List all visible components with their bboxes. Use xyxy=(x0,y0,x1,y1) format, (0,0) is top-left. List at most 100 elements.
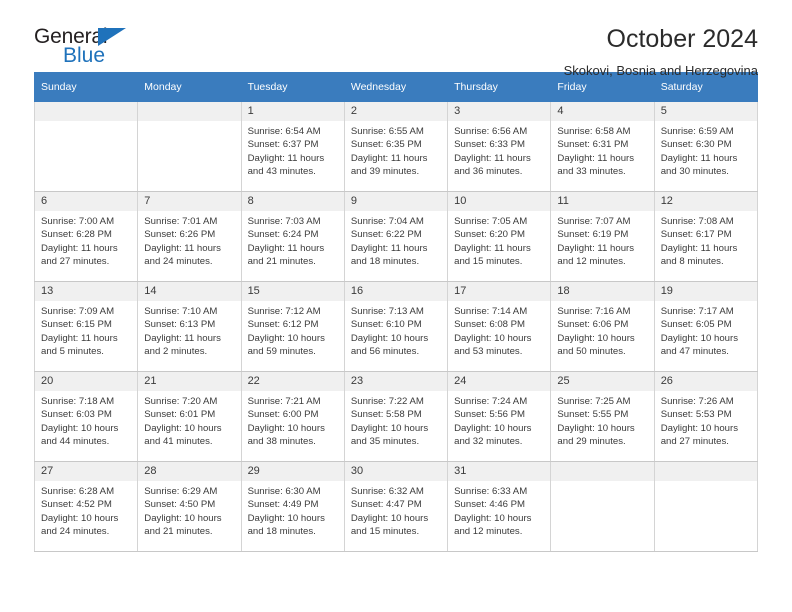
day-cell[interactable]: 11 Sunrise: 7:07 AM Sunset: 6:19 PM Dayl… xyxy=(550,191,655,282)
day-cell[interactable]: 28 Sunrise: 6:29 AM Sunset: 4:50 PM Dayl… xyxy=(137,461,242,552)
sunset-text: Sunset: 6:28 PM xyxy=(41,229,112,241)
day-number: 29 xyxy=(241,462,344,481)
daylight-text: Daylight: 10 hours and 50 minutes. xyxy=(557,332,635,357)
sunrise-text: Sunrise: 7:05 AM xyxy=(454,216,528,227)
sunset-text: Sunset: 6:22 PM xyxy=(350,229,422,241)
day-cell[interactable]: 18 Sunrise: 7:16 AM Sunset: 6:06 PM Dayl… xyxy=(550,281,655,372)
generalblue-logo[interactable]: General Blue xyxy=(34,26,142,74)
day-cell[interactable]: 8 Sunrise: 7:03 AM Sunset: 6:24 PM Dayli… xyxy=(240,191,345,282)
day-number: 14 xyxy=(138,282,241,301)
day-cell[interactable]: 23 Sunrise: 7:22 AM Sunset: 5:58 PM Dayl… xyxy=(343,371,449,462)
day-cell-empty xyxy=(550,461,655,552)
sunrise-text: Sunrise: 7:03 AM xyxy=(247,216,321,227)
day-number: 2 xyxy=(344,102,448,121)
day-cell[interactable]: 30 Sunrise: 6:32 AM Sunset: 4:47 PM Dayl… xyxy=(343,461,449,552)
day-cell[interactable]: 27 Sunrise: 6:28 AM Sunset: 4:52 PM Dayl… xyxy=(33,461,139,552)
daylight-text: Daylight: 11 hours and 21 minutes. xyxy=(247,242,325,267)
sunrise-text: Sunrise: 7:14 AM xyxy=(454,306,528,317)
sunset-text: Sunset: 6:05 PM xyxy=(660,319,732,331)
daylight-text: Daylight: 10 hours and 29 minutes. xyxy=(557,422,635,447)
sunset-text: Sunset: 6:31 PM xyxy=(557,139,629,151)
day-cell[interactable]: 15 Sunrise: 7:12 AM Sunset: 6:12 PM Dayl… xyxy=(240,281,345,372)
day-cell[interactable]: 14 Sunrise: 7:10 AM Sunset: 6:13 PM Dayl… xyxy=(137,281,242,372)
day-cell[interactable]: 17 Sunrise: 7:14 AM Sunset: 6:08 PM Dayl… xyxy=(447,281,552,372)
day-cell[interactable]: 24 Sunrise: 7:24 AM Sunset: 5:56 PM Dayl… xyxy=(447,371,552,462)
day-number: 8 xyxy=(241,192,344,211)
day-details: Sunrise: 7:22 AM Sunset: 5:58 PM Dayligh… xyxy=(345,391,447,448)
week-row: 20 Sunrise: 7:18 AM Sunset: 6:03 PM Dayl… xyxy=(33,371,759,462)
sunrise-text: Sunrise: 6:28 AM xyxy=(41,486,115,497)
day-details: Sunrise: 7:00 AM Sunset: 6:28 PM Dayligh… xyxy=(35,211,137,268)
day-details: Sunrise: 7:09 AM Sunset: 6:15 PM Dayligh… xyxy=(35,301,137,358)
daylight-text: Daylight: 11 hours and 33 minutes. xyxy=(557,152,635,177)
sunrise-text: Sunrise: 6:59 AM xyxy=(660,126,734,137)
sunrise-text: Sunrise: 7:00 AM xyxy=(41,216,115,227)
day-cell[interactable]: 5 Sunrise: 6:59 AM Sunset: 6:30 PM Dayli… xyxy=(653,101,759,192)
page-header: General Blue October 2024 Skokovi, Bosni… xyxy=(34,0,758,77)
day-number: 18 xyxy=(551,282,654,301)
week-row: 1 Sunrise: 6:54 AM Sunset: 6:37 PM Dayli… xyxy=(33,101,759,192)
day-number: 11 xyxy=(551,192,654,211)
sunrise-text: Sunrise: 6:54 AM xyxy=(247,126,321,137)
day-cell[interactable]: 12 Sunrise: 7:08 AM Sunset: 6:17 PM Dayl… xyxy=(653,191,759,282)
calendar-body: 1 Sunrise: 6:54 AM Sunset: 6:37 PM Dayli… xyxy=(33,101,759,552)
day-cell[interactable]: 16 Sunrise: 7:13 AM Sunset: 6:10 PM Dayl… xyxy=(343,281,449,372)
day-number: 27 xyxy=(35,462,138,481)
day-number: 1 xyxy=(241,102,344,121)
day-cell[interactable]: 7 Sunrise: 7:01 AM Sunset: 6:26 PM Dayli… xyxy=(137,191,242,282)
daylight-text: Daylight: 11 hours and 43 minutes. xyxy=(247,152,325,177)
day-cell[interactable]: 20 Sunrise: 7:18 AM Sunset: 6:03 PM Dayl… xyxy=(33,371,139,462)
calendar-page: General Blue October 2024 Skokovi, Bosni… xyxy=(0,0,792,612)
day-details: Sunrise: 6:30 AM Sunset: 4:49 PM Dayligh… xyxy=(242,481,344,538)
sunrise-text: Sunrise: 7:09 AM xyxy=(41,306,115,317)
sunrise-text: Sunrise: 7:16 AM xyxy=(557,306,631,317)
day-number: 15 xyxy=(241,282,344,301)
day-details: Sunrise: 7:25 AM Sunset: 5:55 PM Dayligh… xyxy=(551,391,653,448)
day-cell[interactable]: 6 Sunrise: 7:00 AM Sunset: 6:28 PM Dayli… xyxy=(33,191,139,282)
day-cell[interactable]: 2 Sunrise: 6:55 AM Sunset: 6:35 PM Dayli… xyxy=(343,101,449,192)
day-number xyxy=(35,102,138,121)
day-details: Sunrise: 7:04 AM Sunset: 6:22 PM Dayligh… xyxy=(345,211,447,268)
sunset-text: Sunset: 5:55 PM xyxy=(557,409,629,421)
day-cell[interactable]: 19 Sunrise: 7:17 AM Sunset: 6:05 PM Dayl… xyxy=(653,281,759,372)
sunrise-text: Sunrise: 7:04 AM xyxy=(350,216,424,227)
page-subtitle: Skokovi, Bosnia and Herzegovina xyxy=(563,62,758,78)
day-cell[interactable]: 3 Sunrise: 6:56 AM Sunset: 6:33 PM Dayli… xyxy=(447,101,552,192)
weekday-header-tuesday: Tuesday xyxy=(240,72,345,102)
day-details: Sunrise: 7:24 AM Sunset: 5:56 PM Dayligh… xyxy=(448,391,550,448)
sunset-text: Sunset: 6:17 PM xyxy=(660,229,732,241)
day-cell[interactable]: 13 Sunrise: 7:09 AM Sunset: 6:15 PM Dayl… xyxy=(33,281,139,372)
sunset-text: Sunset: 6:37 PM xyxy=(247,139,319,151)
sunset-text: Sunset: 6:06 PM xyxy=(557,319,629,331)
daylight-text: Daylight: 11 hours and 39 minutes. xyxy=(350,152,428,177)
day-cell[interactable]: 1 Sunrise: 6:54 AM Sunset: 6:37 PM Dayli… xyxy=(240,101,345,192)
day-cell[interactable]: 22 Sunrise: 7:21 AM Sunset: 6:00 PM Dayl… xyxy=(240,371,345,462)
daylight-text: Daylight: 10 hours and 53 minutes. xyxy=(454,332,532,357)
week-row: 13 Sunrise: 7:09 AM Sunset: 6:15 PM Dayl… xyxy=(33,281,759,372)
day-details: Sunrise: 6:59 AM Sunset: 6:30 PM Dayligh… xyxy=(655,121,757,178)
day-number: 19 xyxy=(654,282,757,301)
day-cell[interactable]: 21 Sunrise: 7:20 AM Sunset: 6:01 PM Dayl… xyxy=(137,371,242,462)
day-number: 26 xyxy=(654,372,757,391)
sunrise-text: Sunrise: 7:21 AM xyxy=(247,396,321,407)
day-cell[interactable]: 29 Sunrise: 6:30 AM Sunset: 4:49 PM Dayl… xyxy=(240,461,345,552)
sunrise-text: Sunrise: 6:30 AM xyxy=(247,486,321,497)
day-number: 6 xyxy=(35,192,138,211)
day-cell[interactable]: 25 Sunrise: 7:25 AM Sunset: 5:55 PM Dayl… xyxy=(550,371,655,462)
day-cell[interactable]: 4 Sunrise: 6:58 AM Sunset: 6:31 PM Dayli… xyxy=(550,101,655,192)
sunset-text: Sunset: 5:53 PM xyxy=(660,409,732,421)
daylight-text: Daylight: 10 hours and 59 minutes. xyxy=(247,332,325,357)
sunset-text: Sunset: 6:01 PM xyxy=(144,409,216,421)
daylight-text: Daylight: 10 hours and 35 minutes. xyxy=(350,422,429,447)
sunset-text: Sunset: 6:30 PM xyxy=(660,139,732,151)
sunset-text: Sunset: 6:03 PM xyxy=(41,409,112,421)
sunset-text: Sunset: 6:26 PM xyxy=(144,229,216,241)
sunrise-text: Sunrise: 6:29 AM xyxy=(144,486,218,497)
day-cell[interactable]: 9 Sunrise: 7:04 AM Sunset: 6:22 PM Dayli… xyxy=(343,191,449,282)
day-cell[interactable]: 31 Sunrise: 6:33 AM Sunset: 4:46 PM Dayl… xyxy=(447,461,552,552)
day-cell[interactable]: 10 Sunrise: 7:05 AM Sunset: 6:20 PM Dayl… xyxy=(447,191,552,282)
day-details: Sunrise: 6:29 AM Sunset: 4:50 PM Dayligh… xyxy=(138,481,240,538)
sunrise-text: Sunrise: 7:24 AM xyxy=(454,396,528,407)
sunrise-text: Sunrise: 7:18 AM xyxy=(41,396,115,407)
day-cell[interactable]: 26 Sunrise: 7:26 AM Sunset: 5:53 PM Dayl… xyxy=(653,371,759,462)
